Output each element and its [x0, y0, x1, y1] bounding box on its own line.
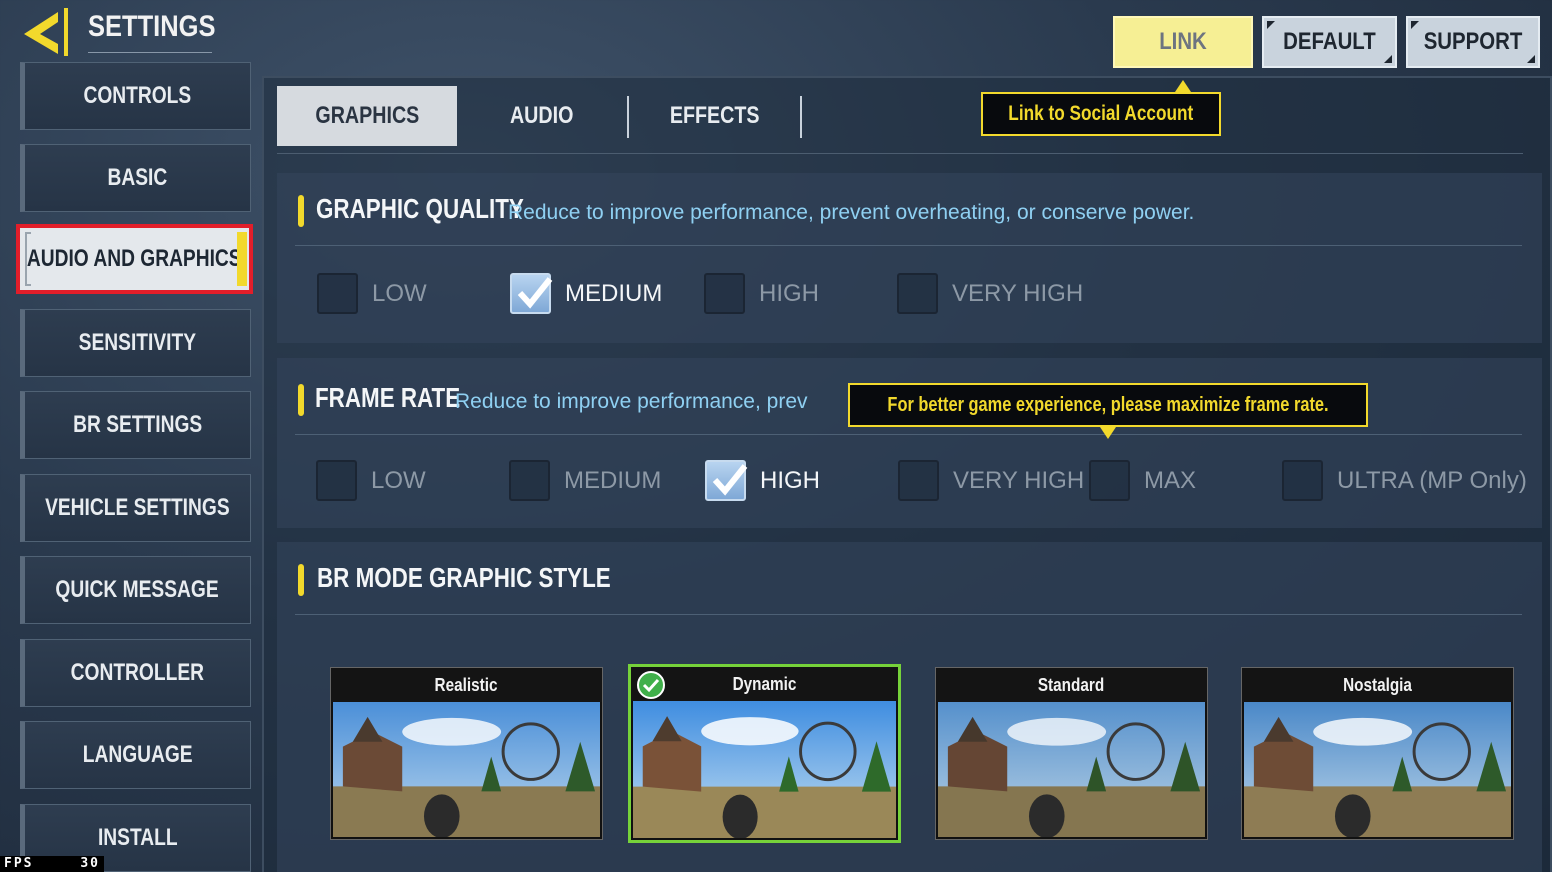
link-button[interactable]: LINK: [1113, 16, 1253, 68]
checkbox[interactable]: [704, 273, 745, 314]
checkbox[interactable]: [897, 273, 938, 314]
checkbox-checked[interactable]: [510, 273, 553, 314]
checkbox-checked[interactable]: [705, 460, 748, 501]
frame-rate-very-high-option[interactable]: VERY HIGH: [898, 460, 1084, 501]
sidebar-item-controller[interactable]: CONTROLLER: [20, 639, 251, 707]
sidebar-item-basic[interactable]: BASIC: [20, 144, 251, 212]
frame-rate-max-option[interactable]: MAX: [1089, 460, 1196, 501]
style-preview-image: [333, 702, 600, 837]
graphic-quality-section: GRAPHIC QUALITY Reduce to improve perfor…: [277, 173, 1542, 343]
style-card-realistic[interactable]: Realistic: [330, 667, 603, 840]
support-button[interactable]: SUPPORT: [1406, 16, 1540, 68]
sidebar-item-quick-message[interactable]: QUICK MESSAGE: [20, 556, 251, 624]
tab-effects[interactable]: EFFECTS: [630, 86, 800, 146]
checkbox[interactable]: [509, 460, 550, 501]
graphic-quality-medium-option[interactable]: MEDIUM: [510, 273, 662, 314]
checkbox[interactable]: [1089, 460, 1130, 501]
frame-rate-ultra-option[interactable]: ULTRA (MP Only): [1282, 460, 1527, 501]
graphic-quality-high-option[interactable]: HIGH: [704, 273, 819, 314]
sidebar-item-language[interactable]: LANGUAGE: [20, 721, 251, 789]
frame-rate-medium-option[interactable]: MEDIUM: [509, 460, 661, 501]
tab-audio[interactable]: AUDIO: [458, 86, 626, 146]
tooltip-arrow: [1175, 80, 1191, 92]
sidebar-item-br-settings[interactable]: BR SETTINGS: [20, 391, 251, 459]
graphic-quality-description: Reduce to improve performance, prevent o…: [508, 201, 1195, 224]
checkbox[interactable]: [316, 460, 357, 501]
frame-rate-tooltip: For better game experience, please maxim…: [848, 383, 1368, 427]
checkmark-icon: [712, 464, 748, 496]
style-card-nostalgia[interactable]: Nostalgia: [1241, 667, 1514, 840]
frame-rate-description: Reduce to improve performance, prev: [455, 390, 808, 413]
frame-rate-title: FRAME RATE: [315, 382, 461, 413]
style-preview-image: [633, 701, 896, 838]
sidebar-item-audio-and-graphics[interactable]: AUDIO AND GRAPHICS: [16, 224, 253, 294]
link-social-tooltip: Link to Social Account: [981, 92, 1221, 136]
graphic-quality-title: GRAPHIC QUALITY: [316, 193, 524, 224]
frame-rate-low-option[interactable]: LOW: [316, 460, 426, 501]
checkmark-icon: [517, 277, 553, 309]
checkbox[interactable]: [317, 273, 358, 314]
checkbox[interactable]: [1282, 460, 1323, 501]
graphic-quality-low-option[interactable]: LOW: [317, 273, 427, 314]
tabs-underline: [277, 153, 1523, 154]
section-divider: [295, 245, 1522, 246]
section-marker: [298, 195, 304, 227]
section-divider: [295, 434, 1522, 435]
tab-divider: [627, 96, 629, 138]
br-graphic-style-title: BR MODE GRAPHIC STYLE: [317, 562, 611, 593]
style-preview-image: [938, 702, 1205, 837]
section-marker: [298, 384, 304, 416]
back-arrow-icon[interactable]: [20, 6, 76, 58]
default-button[interactable]: DEFAULT: [1262, 16, 1397, 68]
tab-graphics[interactable]: GRAPHICS: [277, 86, 457, 146]
title-divider: [88, 52, 212, 53]
style-preview-image: [1244, 702, 1511, 837]
style-card-dynamic[interactable]: Dynamic: [628, 664, 901, 843]
section-divider: [295, 614, 1522, 615]
sidebar-item-vehicle-settings[interactable]: VEHICLE SETTINGS: [20, 474, 251, 542]
selected-check-icon: [637, 671, 665, 699]
fps-counter: FPS 30: [0, 856, 104, 872]
section-marker: [298, 564, 304, 596]
sidebar-item-sensitivity[interactable]: SENSITIVITY: [20, 309, 251, 377]
page-title: SETTINGS: [88, 10, 216, 43]
style-card-standard[interactable]: Standard: [935, 667, 1208, 840]
graphic-quality-very-high-option[interactable]: VERY HIGH: [897, 273, 1083, 314]
sidebar-item-controls[interactable]: CONTROLS: [20, 62, 251, 130]
frame-rate-high-option[interactable]: HIGH: [705, 460, 820, 501]
tooltip-arrow: [1100, 427, 1116, 439]
tab-divider: [800, 96, 802, 138]
checkbox[interactable]: [898, 460, 939, 501]
